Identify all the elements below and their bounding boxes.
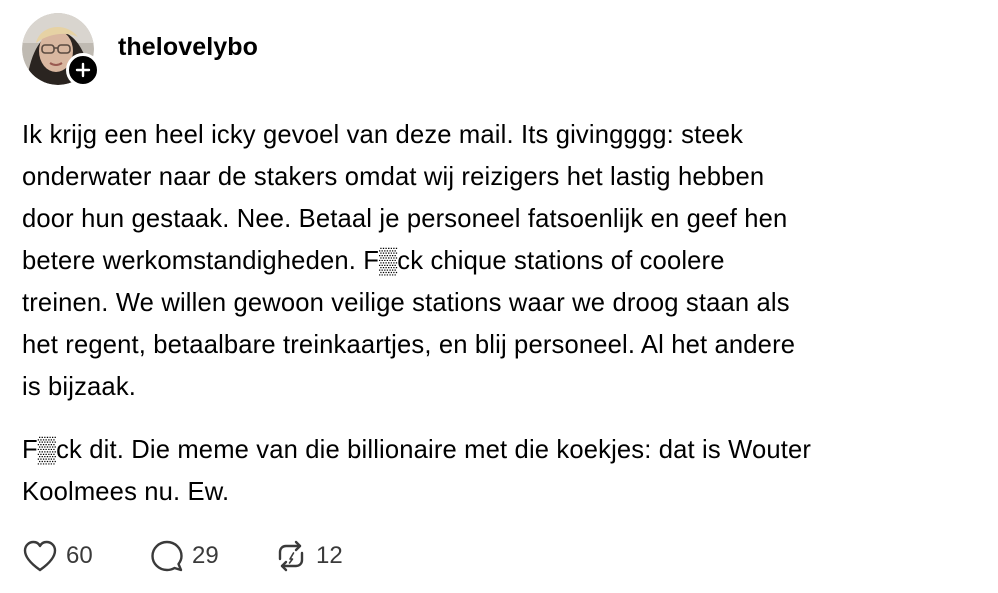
reply-count: 29: [192, 542, 219, 569]
repost-button[interactable]: 12: [274, 539, 374, 573]
action-bar: 60 29 12: [22, 537, 374, 575]
heart-icon: [23, 540, 57, 572]
repost-arrows-icon: [278, 540, 304, 572]
post-paragraph-2: F▒ck dit. Die meme van die billionaire m…: [22, 436, 812, 506]
like-count: 60: [66, 542, 93, 569]
username[interactable]: thelovelybo: [118, 33, 258, 62]
plus-icon: [75, 62, 91, 78]
post-text: Ik krijg een heel icky gevoel van deze m…: [22, 114, 972, 534]
avatar[interactable]: [22, 13, 100, 87]
speech-bubble-icon: [151, 540, 183, 572]
like-button[interactable]: 60: [22, 539, 150, 573]
post-paragraph-1: Ik krijg een heel icky gevoel van deze m…: [22, 121, 796, 401]
reply-button[interactable]: 29: [150, 539, 274, 573]
repost-count: 12: [316, 542, 343, 569]
follow-button[interactable]: [66, 53, 100, 87]
post-header: thelovelybo: [22, 13, 258, 87]
